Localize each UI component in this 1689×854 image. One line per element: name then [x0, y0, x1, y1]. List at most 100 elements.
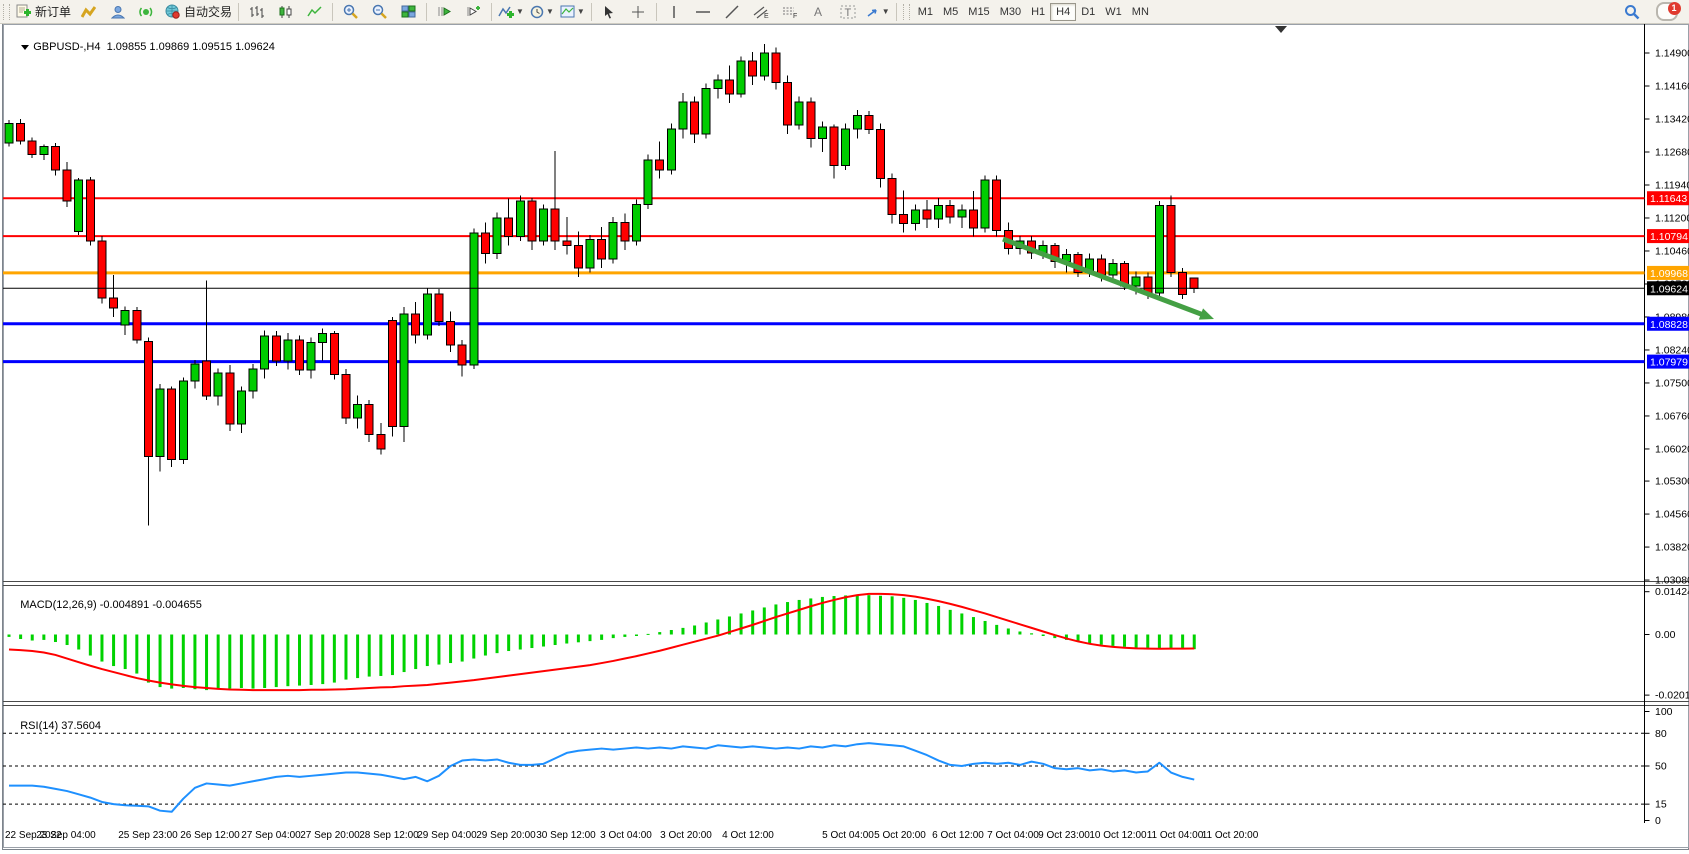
- candle[interactable]: [63, 170, 71, 201]
- candle[interactable]: [179, 381, 187, 459]
- candle[interactable]: [214, 373, 222, 396]
- periods-button[interactable]: ▼: [527, 0, 557, 23]
- candle[interactable]: [435, 294, 443, 322]
- profiles-button[interactable]: [103, 0, 132, 23]
- fibonacci-button[interactable]: F: [776, 0, 805, 23]
- candle[interactable]: [830, 127, 838, 165]
- text-label-button[interactable]: T: [834, 0, 863, 23]
- candle[interactable]: [691, 102, 699, 134]
- candle[interactable]: [1179, 272, 1187, 294]
- timeframe-W1[interactable]: W1: [1100, 4, 1127, 20]
- candle[interactable]: [644, 160, 652, 205]
- candle[interactable]: [319, 333, 327, 342]
- arrows-button[interactable]: ▼: [863, 0, 893, 23]
- candle[interactable]: [981, 180, 989, 228]
- candle[interactable]: [853, 115, 861, 128]
- line-chart-button[interactable]: [300, 0, 329, 23]
- timeframe-MN[interactable]: MN: [1127, 4, 1154, 20]
- candle[interactable]: [377, 435, 385, 449]
- candle[interactable]: [505, 218, 513, 237]
- candle[interactable]: [458, 345, 466, 365]
- candle[interactable]: [923, 210, 931, 219]
- candle[interactable]: [388, 321, 396, 427]
- trendline-button[interactable]: [718, 0, 747, 23]
- candle[interactable]: [51, 147, 59, 170]
- candle[interactable]: [1155, 205, 1163, 292]
- candle[interactable]: [237, 391, 245, 424]
- templates-button[interactable]: ▼: [557, 0, 588, 23]
- candle[interactable]: [284, 340, 292, 361]
- indicators-button[interactable]: ▼: [495, 0, 527, 23]
- text-button[interactable]: A: [805, 0, 834, 23]
- candle[interactable]: [958, 210, 966, 217]
- candle[interactable]: [528, 201, 536, 241]
- timeframe-M5[interactable]: M5: [938, 4, 963, 20]
- candle[interactable]: [1132, 277, 1140, 286]
- candle[interactable]: [191, 364, 199, 381]
- candle[interactable]: [795, 102, 803, 125]
- vertical-line-button[interactable]: [660, 0, 689, 23]
- candle[interactable]: [365, 404, 373, 434]
- candle[interactable]: [772, 53, 780, 82]
- candle[interactable]: [911, 210, 919, 223]
- candle[interactable]: [609, 222, 617, 259]
- candle[interactable]: [784, 82, 792, 125]
- candle[interactable]: [423, 294, 431, 335]
- chart-shift-button[interactable]: [459, 0, 488, 23]
- candle[interactable]: [737, 61, 745, 94]
- price-chart-canvas[interactable]: 1.149001.141601.134201.126801.119401.112…: [3, 24, 1689, 849]
- candle[interactable]: [807, 102, 815, 139]
- candle[interactable]: [121, 311, 129, 325]
- crosshair-button[interactable]: [624, 0, 653, 23]
- notifications-button[interactable]: 1: [1652, 0, 1681, 23]
- zoom-out-button[interactable]: [365, 0, 394, 23]
- candle[interactable]: [516, 201, 524, 237]
- candle[interactable]: [714, 80, 722, 89]
- candle[interactable]: [749, 61, 757, 76]
- bar-chart-button[interactable]: [242, 0, 271, 23]
- candle[interactable]: [203, 361, 211, 396]
- candle[interactable]: [168, 389, 176, 459]
- candle[interactable]: [702, 89, 710, 134]
- charts-button[interactable]: [74, 0, 103, 23]
- auto-scroll-button[interactable]: [430, 0, 459, 23]
- candle[interactable]: [865, 115, 873, 129]
- autotrading-button[interactable]: 自动交易: [161, 0, 235, 23]
- timeframe-H4[interactable]: H4: [1050, 3, 1076, 21]
- candle[interactable]: [110, 298, 118, 308]
- candle[interactable]: [818, 127, 826, 139]
- candle[interactable]: [621, 222, 629, 241]
- candle[interactable]: [86, 180, 94, 241]
- candle[interactable]: [17, 123, 25, 140]
- candle[interactable]: [586, 239, 594, 268]
- candle[interactable]: [1109, 263, 1117, 275]
- candle[interactable]: [156, 389, 164, 456]
- candle[interactable]: [935, 205, 943, 218]
- candle[interactable]: [330, 333, 338, 374]
- candle[interactable]: [888, 179, 896, 215]
- candle[interactable]: [98, 241, 106, 298]
- cursor-button[interactable]: [595, 0, 624, 23]
- candle[interactable]: [842, 129, 850, 166]
- candle[interactable]: [354, 404, 362, 418]
- candle[interactable]: [1167, 205, 1175, 272]
- candle[interactable]: [493, 218, 501, 254]
- candle[interactable]: [946, 205, 954, 217]
- search-button[interactable]: [1617, 0, 1646, 23]
- timeframe-D1[interactable]: D1: [1076, 4, 1100, 20]
- timeframe-M1[interactable]: M1: [913, 4, 938, 20]
- tile-windows-button[interactable]: [394, 0, 423, 23]
- candle[interactable]: [563, 241, 571, 245]
- candle[interactable]: [470, 233, 478, 365]
- candle[interactable]: [969, 210, 977, 228]
- candle[interactable]: [725, 80, 733, 94]
- candle[interactable]: [272, 336, 280, 361]
- candle[interactable]: [551, 209, 559, 241]
- candle[interactable]: [75, 180, 83, 231]
- candle[interactable]: [993, 180, 1001, 230]
- candle[interactable]: [679, 102, 687, 129]
- candle[interactable]: [1190, 278, 1198, 288]
- candle[interactable]: [656, 160, 664, 170]
- candle[interactable]: [226, 373, 234, 424]
- candle[interactable]: [598, 239, 606, 259]
